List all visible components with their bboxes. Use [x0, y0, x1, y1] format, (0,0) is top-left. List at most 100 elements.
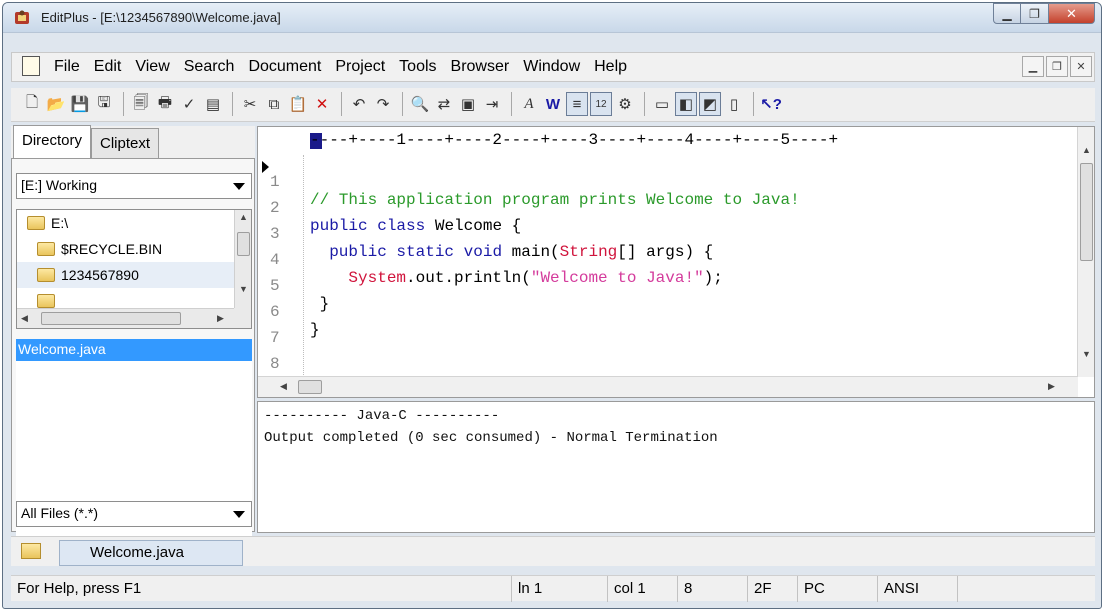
print-icon[interactable]: 🖶 [154, 92, 176, 116]
mdi-restore-button[interactable]: ❐ [1046, 56, 1068, 77]
scroll-thumb[interactable] [1080, 163, 1093, 261]
scroll-left-icon[interactable]: ◀ [21, 313, 28, 324]
menu-help[interactable]: Help [594, 58, 627, 76]
line-number-icon[interactable]: 12 [590, 92, 612, 116]
spell-check-icon[interactable]: ✓ [178, 92, 200, 116]
chevron-down-icon[interactable] [233, 183, 245, 190]
tree-vertical-scrollbar[interactable]: ▲ ▼ [234, 210, 251, 308]
find-icon[interactable]: 🔍 [409, 92, 431, 116]
folder-icon[interactable] [21, 543, 41, 559]
code-line[interactable]: 2 public class Welcome { [258, 181, 1078, 235]
menu-document[interactable]: Document [248, 58, 321, 76]
tree-item-recycle-bin[interactable]: $RECYCLE.BIN [37, 236, 162, 262]
mdi-close-button[interactable]: ✕ [1070, 56, 1092, 77]
document-menu-icon[interactable] [22, 56, 40, 76]
panel-body: [E:] Working E:\ $RECYCLE.BIN 1234567890 [11, 158, 255, 537]
new-file-icon[interactable]: 🗋 [21, 92, 43, 116]
editor-vertical-scrollbar[interactable]: ▲ ▼ [1077, 127, 1094, 377]
tree-item-label: E:\ [51, 215, 69, 231]
font-icon[interactable]: A [518, 92, 540, 116]
menu-items: File Edit View Search Document Project T… [54, 53, 641, 81]
select-icon[interactable]: ▣ [457, 92, 479, 116]
menu-edit[interactable]: Edit [94, 58, 122, 76]
scroll-up-icon[interactable]: ▲ [1082, 145, 1091, 155]
layout-1-icon[interactable]: ▭ [651, 92, 673, 116]
folder-tree: E:\ $RECYCLE.BIN 1234567890 ▲ ▼ ◀ ▶ [16, 209, 252, 329]
mdi-minimize-button[interactable]: ▁ [1022, 56, 1044, 77]
code-line[interactable]: 4 System.out.println("Welcome to Java!")… [258, 233, 1078, 287]
tab-cliptext[interactable]: Cliptext [91, 128, 160, 158]
menu-window[interactable]: Window [523, 58, 580, 76]
status-file-format: PC [797, 576, 877, 602]
drive-combo[interactable]: [E:] Working [16, 173, 252, 199]
scroll-down-icon[interactable]: ▼ [1082, 349, 1091, 359]
code-line[interactable]: 3 public static void main(String[] args)… [258, 207, 1078, 261]
status-encoding: ANSI [877, 576, 957, 602]
editor-horizontal-scrollbar[interactable]: ◀ ▶ [258, 376, 1078, 397]
code-line[interactable]: 6 } [258, 285, 1078, 339]
tree-item-1234567890[interactable]: 1234567890 [17, 262, 236, 288]
html-preview-icon[interactable]: ▤ [202, 92, 224, 116]
undo-icon[interactable]: ↶ [348, 92, 370, 116]
open-icon[interactable]: 📂 [45, 92, 67, 116]
status-char-code: 2F [747, 576, 797, 602]
paste-icon[interactable]: 📋 [287, 92, 309, 116]
code-line[interactable]: 8 [258, 337, 1078, 373]
menu-view[interactable]: View [135, 58, 169, 76]
document-tab-welcome-java[interactable]: Welcome.java [59, 540, 243, 566]
code-line[interactable]: 7 [258, 311, 1078, 347]
maximize-button[interactable]: ❐ [1021, 3, 1049, 24]
tree-horizontal-scrollbar[interactable]: ◀ ▶ [17, 308, 236, 328]
preferences-icon[interactable]: ⚙ [614, 92, 636, 116]
print-preview-icon[interactable]: 🗐 [130, 92, 152, 116]
delete-icon[interactable]: ✕ [311, 92, 333, 116]
code-editor[interactable]: ----+----1----+----2----+----3----+----4… [257, 126, 1095, 398]
minimize-button[interactable]: ▁ [993, 3, 1021, 24]
chevron-down-icon[interactable] [233, 511, 245, 518]
word-wrap-icon[interactable]: W [542, 92, 564, 116]
directory-panel: Directory Cliptext [E:] Working E:\ $REC… [11, 125, 255, 537]
scroll-thumb[interactable] [41, 312, 181, 325]
scroll-right-icon[interactable]: ▶ [1048, 381, 1055, 392]
title-bar: EditPlus - [E:\1234567890\Welcome.java] … [3, 3, 1101, 33]
ruler-icon[interactable]: ≡ [566, 92, 588, 116]
save-all-icon[interactable]: 🖫 [93, 92, 115, 116]
tree-item-e-drive[interactable]: E:\ [27, 210, 68, 236]
menu-file[interactable]: File [54, 58, 80, 76]
scroll-right-icon[interactable]: ▶ [217, 313, 224, 324]
file-item-welcome-java[interactable]: Welcome.java [16, 339, 252, 361]
save-icon[interactable]: 💾 [69, 92, 91, 116]
file-filter-value: All Files (*.*) [21, 505, 99, 521]
close-button[interactable]: ✕ [1049, 3, 1095, 24]
cut-icon[interactable]: ✂ [239, 92, 261, 116]
status-column: col 1 [607, 576, 677, 602]
layout-3-icon[interactable]: ◩ [699, 92, 721, 116]
toolbar-separator [402, 92, 403, 116]
scroll-thumb[interactable] [237, 232, 250, 256]
toolbar-separator [753, 92, 754, 116]
output-window[interactable]: ---------- Java-C ---------- Output comp… [257, 401, 1095, 533]
tab-directory[interactable]: Directory [13, 125, 92, 158]
file-filter-combo[interactable]: All Files (*.*) [16, 501, 252, 527]
toolbar-separator [511, 92, 512, 116]
layout-2-icon[interactable]: ◧ [675, 92, 697, 116]
replace-icon[interactable]: ⇄ [433, 92, 455, 116]
menu-project[interactable]: Project [335, 58, 385, 76]
code-area[interactable]: 1 // This application program prints Wel… [258, 155, 1078, 375]
copy-icon[interactable]: ⧉ [263, 92, 285, 116]
code-line[interactable]: 5 } [258, 259, 1078, 313]
menu-browser[interactable]: Browser [451, 58, 510, 76]
menu-tools[interactable]: Tools [399, 58, 436, 76]
scroll-left-icon[interactable]: ◀ [280, 381, 287, 392]
window-controls: ▁ ❐ ✕ [993, 3, 1095, 25]
code-line[interactable]: 1 // This application program prints Wel… [258, 155, 1078, 209]
help-icon[interactable]: ↖? [760, 92, 782, 116]
scroll-thumb[interactable] [298, 380, 322, 394]
scroll-down-icon[interactable]: ▼ [239, 284, 248, 294]
minimize-icon: ▁ [1002, 6, 1012, 21]
indent-icon[interactable]: ⇥ [481, 92, 503, 116]
menu-search[interactable]: Search [184, 58, 235, 76]
scroll-up-icon[interactable]: ▲ [239, 212, 248, 222]
layout-4-icon[interactable]: ▯ [723, 92, 745, 116]
redo-icon[interactable]: ↷ [372, 92, 394, 116]
